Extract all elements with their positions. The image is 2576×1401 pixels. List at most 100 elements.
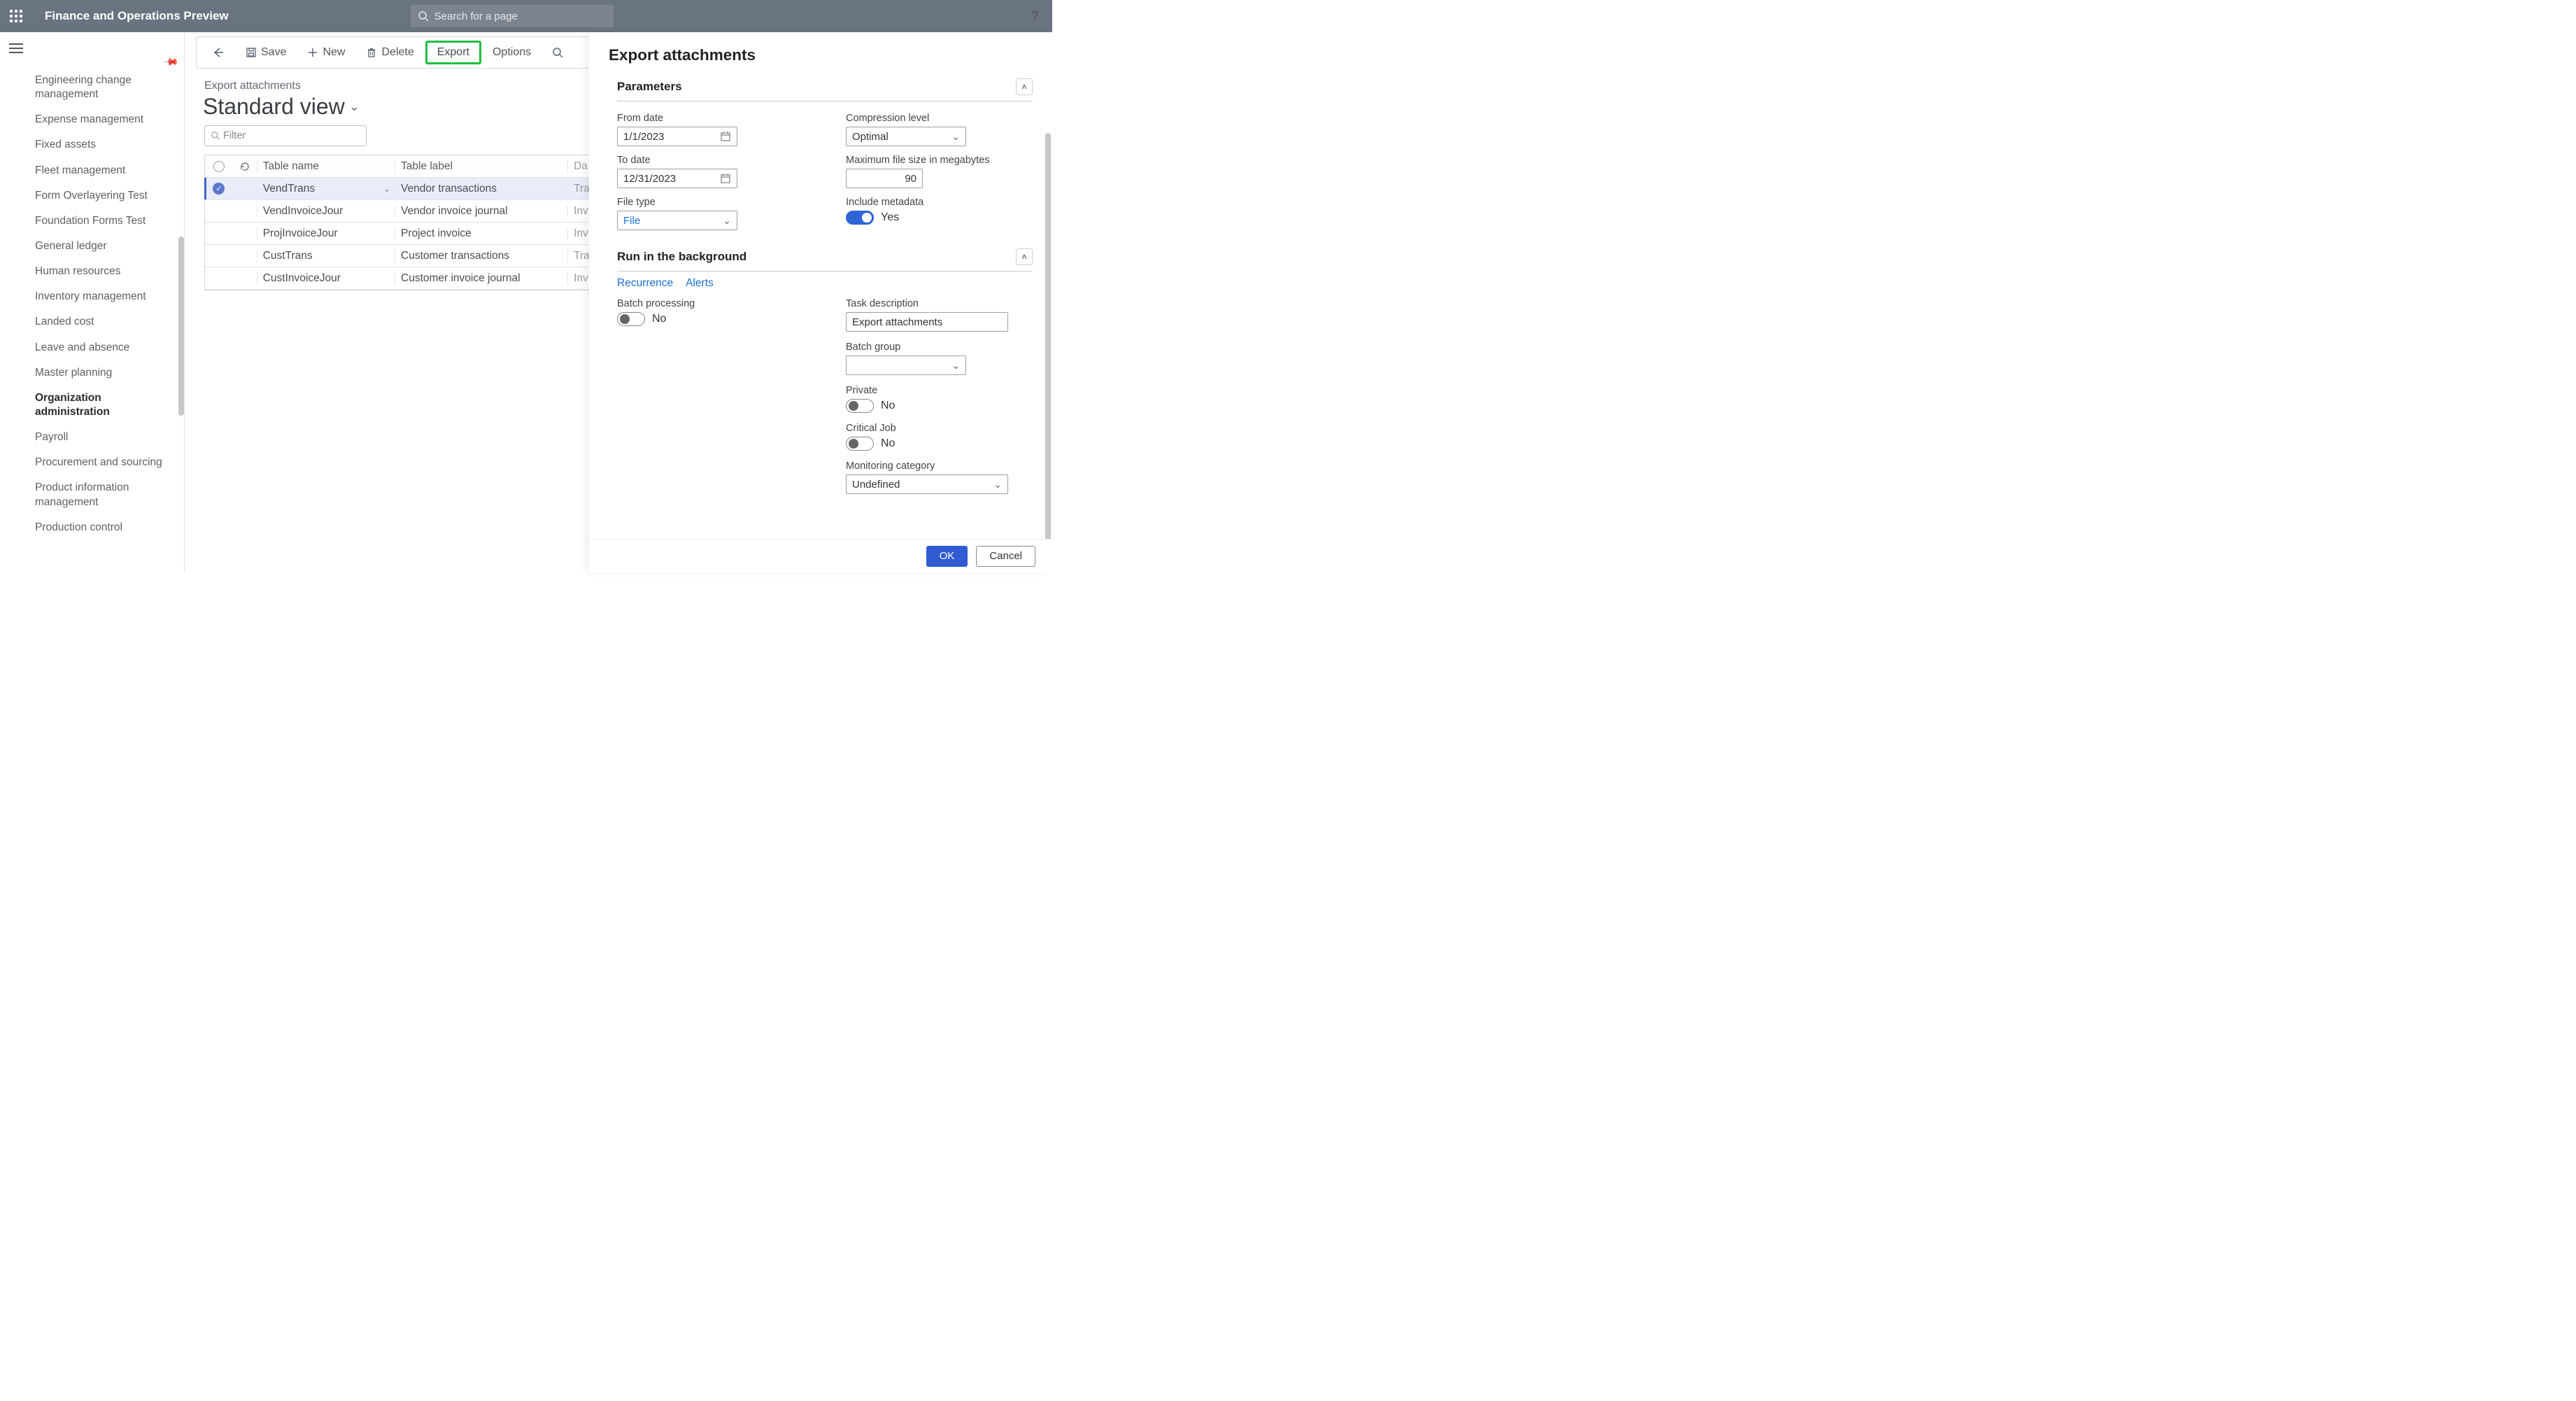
cell-table-name[interactable]: CustTrans <box>257 250 395 262</box>
ok-button[interactable]: OK <box>926 546 968 567</box>
cell-table-label: Customer transactions <box>395 250 567 262</box>
cell-table-name[interactable]: VendTrans⌄ <box>257 183 395 195</box>
sidebar-item[interactable]: Production control <box>32 515 184 540</box>
parameters-heading[interactable]: Parameters ˄ <box>617 74 1033 101</box>
sidebar-item[interactable]: Landed cost <box>32 309 184 335</box>
batch-processing-label: Batch processing <box>617 298 804 309</box>
search-icon <box>418 10 429 22</box>
sidebar-item[interactable]: Procurement and sourcing <box>32 450 184 475</box>
sidebar-item[interactable]: Engineering change management <box>32 68 184 107</box>
grid-header: Table name Table label Da <box>205 155 593 178</box>
save-button[interactable]: Save <box>236 41 296 64</box>
table-row[interactable]: ProjInvoiceJourProject invoiceInv <box>205 223 593 245</box>
sidebar-item[interactable]: Organization administration <box>32 386 184 425</box>
sidebar-item[interactable]: Fleet management <box>32 158 184 183</box>
options-button[interactable]: Options <box>483 41 541 64</box>
chevron-up-icon[interactable]: ˄ <box>1016 78 1033 95</box>
save-icon <box>246 47 257 58</box>
batch-processing-toggle[interactable] <box>617 312 645 326</box>
sidebar-item[interactable]: Leave and absence <box>32 335 184 360</box>
sidebar-item[interactable]: Fixed assets <box>32 132 184 157</box>
help-icon[interactable]: ? <box>1028 6 1041 27</box>
sidebar-item[interactable]: Expense management <box>32 107 184 132</box>
monitoring-value: Undefined <box>852 479 900 491</box>
search-icon <box>211 131 220 141</box>
critical-toggle[interactable] <box>846 437 874 451</box>
app-launcher-icon[interactable] <box>0 0 32 32</box>
include-meta-toggle[interactable] <box>846 211 874 225</box>
chevron-down-icon: ⌄ <box>383 184 390 194</box>
panel-title: Export attachments <box>589 32 1052 74</box>
file-type-label: File type <box>617 197 804 208</box>
parameters-heading-text: Parameters <box>617 80 682 94</box>
options-label: Options <box>493 46 531 59</box>
max-file-input[interactable]: 90 <box>846 169 923 188</box>
cell-table-name[interactable]: ProjInvoiceJour <box>257 227 395 240</box>
file-type-select[interactable]: File ⌄ <box>617 211 737 230</box>
sidebar-scroll-thumb[interactable] <box>178 237 184 416</box>
filter-input[interactable]: Filter <box>204 125 367 146</box>
chevron-down-icon: ⌄ <box>951 131 960 143</box>
sidebar-item[interactable]: Master planning <box>32 360 184 386</box>
new-button[interactable]: New <box>297 41 355 64</box>
cell-table-label: Customer invoice journal <box>395 272 567 285</box>
col-table-name[interactable]: Table name <box>257 160 395 173</box>
search-placeholder: Search for a page <box>434 10 518 22</box>
chevron-up-icon[interactable]: ˄ <box>1016 248 1033 265</box>
refresh-icon[interactable] <box>233 161 257 172</box>
sidebar-item[interactable]: Inventory management <box>32 284 184 309</box>
actionbar-search[interactable] <box>542 41 573 64</box>
hamburger-icon[interactable] <box>9 43 23 53</box>
table-row[interactable]: CustTransCustomer transactionsTra <box>205 245 593 267</box>
sidebar-item[interactable]: Product information management <box>32 475 184 514</box>
sidebar-item[interactable]: Form Overlayering Test <box>32 183 184 209</box>
sidebar-item[interactable]: Payroll <box>32 425 184 450</box>
export-button[interactable]: Export <box>425 41 481 64</box>
export-panel: Export attachments Parameters ˄ From dat… <box>589 32 1052 572</box>
back-button[interactable] <box>202 41 234 64</box>
critical-label: Critical Job <box>846 423 1033 434</box>
task-desc-value: Export attachments <box>852 316 942 328</box>
panel-scroll-thumb[interactable] <box>1045 133 1051 539</box>
col-table-label[interactable]: Table label <box>395 160 567 173</box>
alerts-link[interactable]: Alerts <box>686 277 714 290</box>
private-label: Private <box>846 385 1033 396</box>
batch-group-select[interactable]: ⌄ <box>846 355 966 375</box>
cancel-button[interactable]: Cancel <box>976 546 1035 567</box>
save-label: Save <box>261 46 286 59</box>
table-row[interactable]: VendInvoiceJourVendor invoice journalInv <box>205 200 593 223</box>
background-heading-text: Run in the background <box>617 250 746 264</box>
background-heading[interactable]: Run in the background ˄ <box>617 244 1033 272</box>
calendar-icon[interactable] <box>720 173 731 184</box>
from-date-input[interactable]: 1/1/2023 <box>617 127 737 146</box>
data-grid: Table name Table label Da ✓ VendTrans⌄ Ven… <box>204 155 593 290</box>
compression-select[interactable]: Optimal ⌄ <box>846 127 966 146</box>
monitoring-select[interactable]: Undefined ⌄ <box>846 474 1008 494</box>
filter-placeholder: Filter <box>223 130 246 141</box>
sidebar-item[interactable]: General ledger <box>32 234 184 259</box>
calendar-icon[interactable] <box>720 131 731 142</box>
table-row[interactable]: CustInvoiceJourCustomer invoice journalI… <box>205 267 593 290</box>
sidebar-item[interactable]: Human resources <box>32 259 184 284</box>
table-row[interactable]: ✓VendTrans⌄Vendor transactionsTra <box>205 178 593 200</box>
batch-group-label: Batch group <box>846 342 1033 353</box>
plus-icon <box>307 47 318 58</box>
chevron-down-icon: ⌄ <box>723 215 731 227</box>
sidebar: 📌 Engineering change managementExpense m… <box>0 32 185 572</box>
recurrence-link[interactable]: Recurrence <box>617 277 673 290</box>
task-desc-label: Task description <box>846 298 1033 309</box>
chevron-down-icon: ⌄ <box>349 99 360 114</box>
cell-table-name[interactable]: VendInvoiceJour <box>257 205 395 218</box>
task-desc-input[interactable]: Export attachments <box>846 312 1008 332</box>
max-file-label: Maximum file size in megabytes <box>846 155 1033 166</box>
private-toggle[interactable] <box>846 399 874 413</box>
sidebar-item[interactable]: Foundation Forms Test <box>32 209 184 234</box>
to-date-input[interactable]: 12/31/2023 <box>617 169 737 188</box>
monitoring-label: Monitoring category <box>846 460 1033 472</box>
delete-label: Delete <box>381 46 413 59</box>
row-checkbox-checked[interactable]: ✓ <box>213 183 225 195</box>
global-search[interactable]: Search for a page <box>411 5 614 27</box>
cell-table-name[interactable]: CustInvoiceJour <box>257 272 395 285</box>
delete-button[interactable]: Delete <box>356 41 423 64</box>
select-all-checkbox[interactable] <box>213 161 225 172</box>
